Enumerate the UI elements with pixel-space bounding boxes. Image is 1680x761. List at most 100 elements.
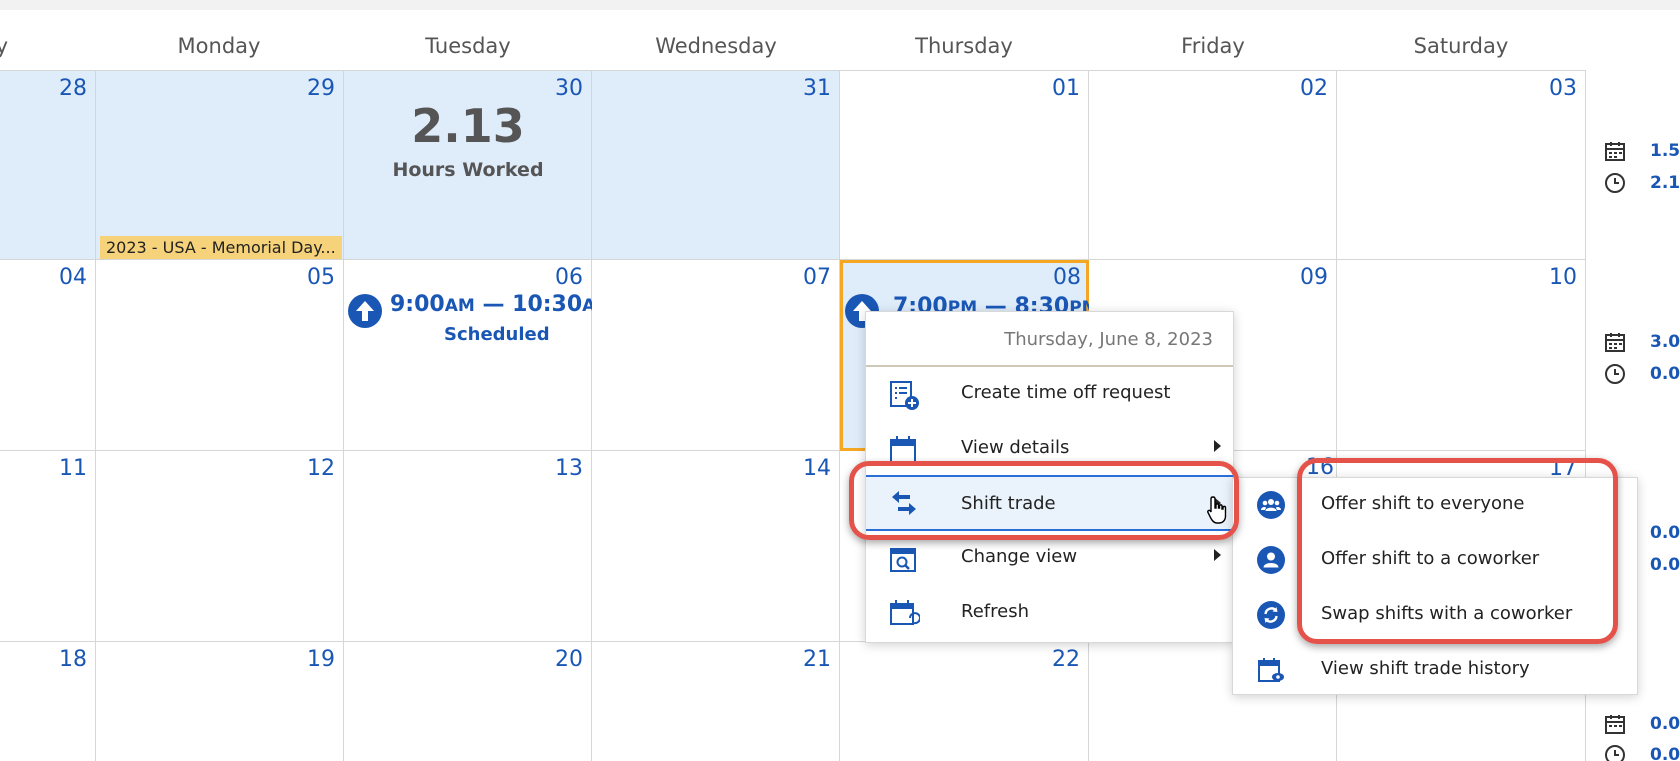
menu-item-create-time-off[interactable]: Create time off request [866,369,1233,419]
date-number: 01 [1052,76,1080,101]
day-header-wednesday: Wednesday [655,34,777,58]
date-number: 02 [1300,76,1328,101]
date-number: 12 [307,456,335,481]
day-cell[interactable]: 30 2.13 Hours Worked [344,70,592,260]
day-header-saturday: Saturday [1413,34,1509,58]
submenu-item-label: Offer shift to everyone [1321,493,1525,514]
day-cell[interactable]: 31 [592,70,840,260]
day-cell[interactable]: 05 [96,260,344,451]
menu-item-change-view[interactable]: Change view [866,533,1233,583]
date-number: 05 [307,265,335,290]
weekly-scheduled-hours: 0.00 [1650,523,1680,543]
shift-time[interactable]: 9:00AM — 10:30AM [390,292,612,317]
day-header-thursday: Thursday [915,34,1013,58]
shift-end: 10:30 [512,292,583,317]
day-cell[interactable]: 12 [96,451,344,642]
submenu-item-label: View shift trade history [1321,658,1530,679]
date-number: 04 [59,265,87,290]
submenu-item-label: Swap shifts with a coworker [1321,603,1573,624]
hours-worked-label: Hours Worked [392,159,544,181]
swap-arrows-icon [892,491,916,515]
date-number: 20 [555,647,583,672]
day-cell[interactable]: 07 [592,260,840,451]
weekly-worked-hours: 0.00 [1650,745,1680,761]
calendar-icon [1605,142,1625,161]
day-header-friday: Friday [1181,34,1245,58]
day-cell[interactable]: 29 2023 - USA - Memorial Day... [96,70,344,260]
day-cell[interactable]: 22 [840,642,1089,761]
day-header-sunday-partial: y [0,34,8,58]
holiday-badge[interactable]: 2023 - USA - Memorial Day... [100,236,342,259]
submenu-item-trade-history[interactable]: View shift trade history [1233,643,1637,695]
day-header-tuesday: Tuesday [425,34,511,58]
date-number: 19 [307,647,335,672]
calendar-details-icon [890,436,916,463]
weekly-scheduled-hours: 3.00 [1650,332,1680,352]
date-number: 07 [803,265,831,290]
weekly-scheduled-hours: 0.00 [1650,714,1680,734]
calendar-search-icon [890,548,916,572]
date-number: 13 [555,456,583,481]
date-number: 21 [803,647,831,672]
day-cell[interactable]: 11 [0,451,96,642]
day-cell[interactable]: 01 [840,70,1089,260]
date-number: 22 [1052,647,1080,672]
day-cell[interactable]: 14 [592,451,840,642]
menu-item-shift-trade[interactable]: Shift trade [866,475,1233,531]
schedule-calendar: y Monday Tuesday Wednesday Thursday Frid… [0,0,1680,761]
submenu-item-swap-shifts[interactable]: Swap shifts with a coworker [1233,588,1637,640]
calendar-icon [1605,715,1625,734]
date-number: 11 [59,456,87,481]
submenu-arrow-icon [1214,549,1221,561]
submenu-item-offer-coworker[interactable]: Offer shift to a coworker [1233,533,1637,585]
menu-item-label: View details [961,437,1070,458]
day-cell[interactable]: 18 [0,642,96,761]
context-menu: Thursday, June 8, 2023 Create time off r… [865,311,1234,643]
day-cell[interactable]: 10 [1337,260,1586,451]
day-cell[interactable]: 04 [0,260,96,451]
date-number: 31 [803,76,831,101]
menu-item-label: Change view [961,546,1078,567]
shift-separator: — [474,292,513,317]
calendar-icon [1605,333,1625,352]
submenu-item-offer-everyone[interactable]: Offer shift to everyone [1233,478,1637,530]
date-number: 29 [307,76,335,101]
calendar-eye-icon [1258,658,1284,682]
shift-start-ampm: AM [444,296,475,316]
time-off-request-icon [890,381,919,410]
date-number: 03 [1549,76,1577,101]
clock-icon [1605,364,1625,384]
submenu-arrow-icon [1214,440,1221,452]
day-cell[interactable]: 13 [344,451,592,642]
weekly-worked-hours: 0.00 [1650,555,1680,575]
weekly-worked-hours: 2.13 [1650,173,1680,193]
date-number: 14 [803,456,831,481]
day-header-monday: Monday [177,34,261,58]
date-number: 09 [1300,265,1328,290]
top-strip [0,0,1680,10]
day-cell[interactable]: 06 9:00AM — 10:30AM Scheduled [344,260,612,451]
group-icon [1257,491,1285,519]
weekly-scheduled-hours: 1.50 [1650,141,1680,161]
day-cell[interactable]: 28 [0,70,96,260]
submenu-item-label: Offer shift to a coworker [1321,548,1540,569]
shift-start: 9:00 [390,292,445,317]
date-number: 18 [59,647,87,672]
day-cell[interactable]: 21 [592,642,840,761]
menu-item-refresh[interactable]: Refresh [866,588,1233,638]
day-cell[interactable]: 03 [1337,70,1586,260]
menu-item-view-details[interactable]: View details [866,424,1233,474]
shift-up-arrow-icon[interactable] [348,294,382,328]
weekly-worked-hours: 0.00 [1650,364,1680,384]
shift-status: Scheduled [444,324,550,345]
person-icon [1257,546,1285,574]
menu-item-label: Refresh [961,601,1029,622]
calendar-refresh-icon [890,600,920,625]
day-cell[interactable]: 20 [344,642,592,761]
menu-item-label: Shift trade [961,493,1056,514]
clock-icon [1605,745,1625,761]
shift-trade-submenu: Offer shift to everyone Offer shift to a… [1232,477,1638,695]
context-menu-date: Thursday, June 8, 2023 [866,312,1233,367]
day-cell[interactable]: 19 [96,642,344,761]
day-cell[interactable]: 02 [1089,70,1337,260]
